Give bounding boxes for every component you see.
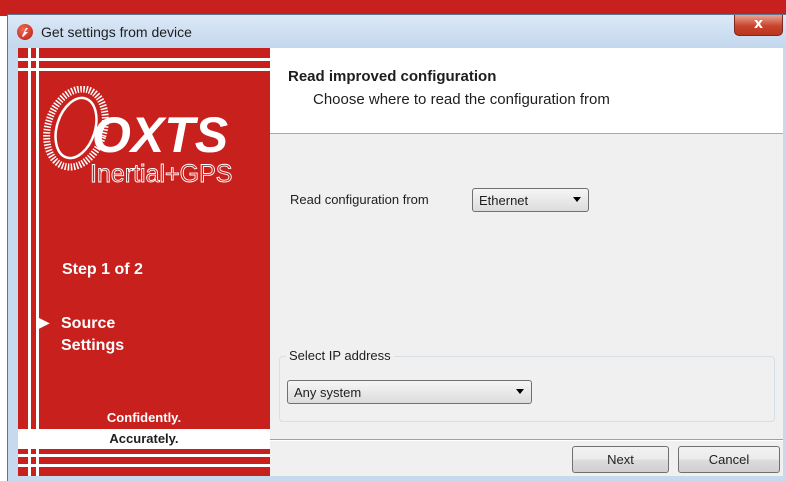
chevron-down-icon [573,197,581,202]
sidebar-stripe [18,464,270,467]
cancel-button[interactable]: Cancel [678,446,780,473]
client-area: OXTS Inertial+GPS Step 1 of 2 ▶ Source S… [18,48,783,476]
ip-address-select[interactable]: Any system [287,380,532,404]
sidebar-stripe [18,58,270,61]
wizard-window: Get settings from device x OXTS Inertial… [7,14,786,481]
app-icon [17,24,33,40]
current-step-line: Settings [61,337,125,354]
tagline-accurately: Accurately. [109,431,179,446]
title-bar[interactable]: Get settings from device x [8,15,786,48]
footer-separator [270,439,783,441]
window-title: Get settings from device [41,24,192,40]
wizard-sidebar: OXTS Inertial+GPS Step 1 of 2 ▶ Source S… [18,48,270,476]
read-from-label: Read configuration from [290,192,429,207]
current-step-label: Source Settings [61,313,124,357]
oxts-logo: OXTS Inertial+GPS [43,86,233,188]
sidebar-stripe [18,68,270,71]
current-step-line: Source [61,315,116,332]
wizard-header: Read improved configuration Choose where… [270,48,783,134]
play-arrow-icon: ▶ [39,314,50,330]
logo-sub-text: Inertial+GPS [90,160,232,188]
tagline-confidently: Confidently. [106,410,182,425]
page-subtitle: Choose where to read the configuration f… [313,91,610,108]
next-button[interactable]: Next [572,446,669,473]
ip-address-value: Any system [294,385,362,400]
read-from-value: Ethernet [479,193,529,208]
wizard-body: Read configuration from Ethernet Select … [270,134,783,476]
read-from-select[interactable]: Ethernet [472,188,589,212]
page-title: Read improved configuration [288,68,497,85]
close-icon: x [753,16,764,32]
sidebar-stripe [18,454,270,457]
ip-group-label: Select IP address [286,348,394,363]
logo-brand-text: OXTS [92,107,228,163]
chevron-down-icon [516,389,524,394]
close-button[interactable]: x [734,15,783,36]
step-indicator: Step 1 of 2 [62,261,143,278]
